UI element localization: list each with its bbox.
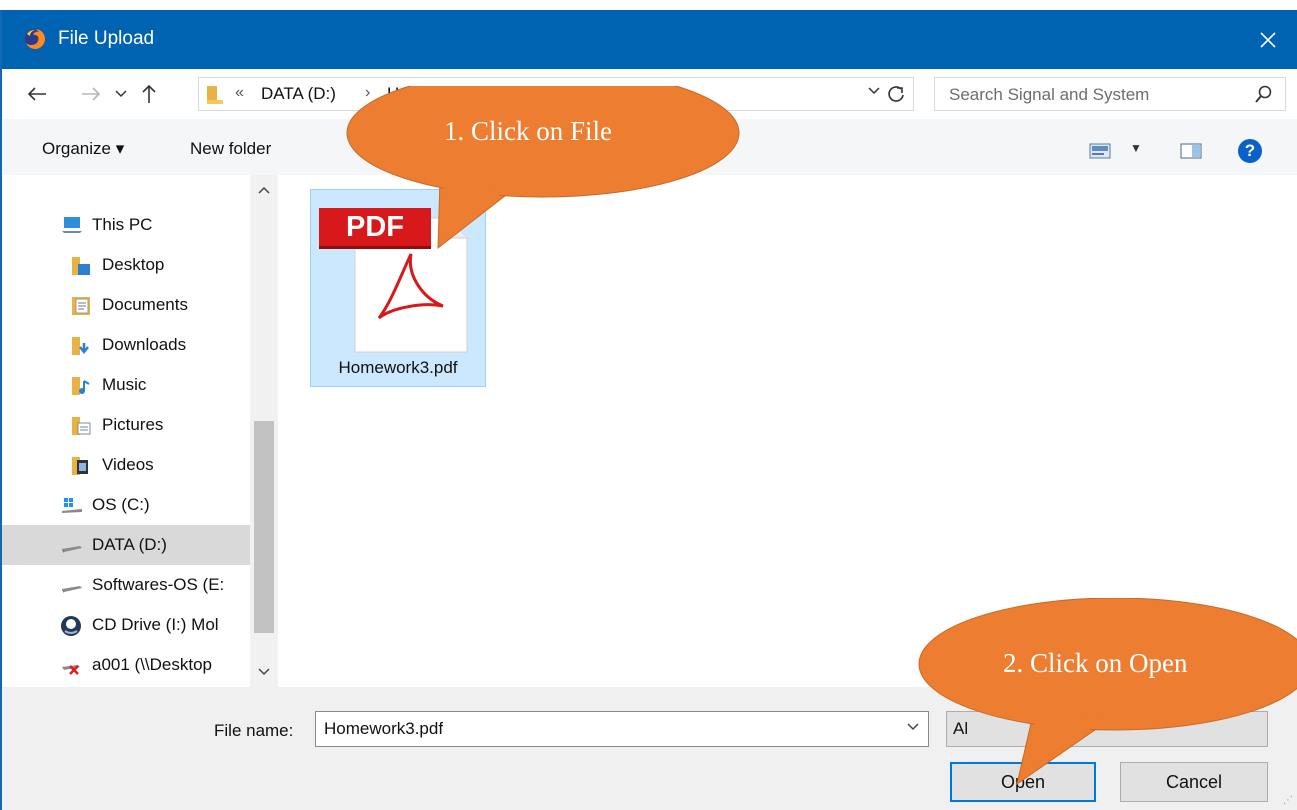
nav-item-label: OS (C:)	[92, 495, 150, 514]
search-input[interactable]	[947, 84, 1241, 106]
drive-icon	[60, 575, 84, 595]
nav-item-videos[interactable]: Videos	[2, 445, 250, 485]
view-options-dropdown[interactable]: ▼	[1130, 141, 1142, 155]
change-view-icon[interactable]	[1089, 143, 1111, 159]
back-arrow-icon	[27, 87, 46, 101]
nav-item-label: Pictures	[102, 415, 164, 434]
resize-grip-icon[interactable]: ⋰	[1283, 795, 1293, 806]
music-folder-icon	[70, 375, 94, 395]
file-name-input[interactable]	[322, 718, 886, 740]
nav-item-cd-drive-i[interactable]: CD Drive (I:) Mol	[2, 605, 250, 645]
nav-item-music[interactable]: Music	[2, 365, 250, 405]
scrollbar-thumb[interactable]	[254, 421, 274, 633]
address-segment-data-drive[interactable]: DATA (D:)	[261, 84, 336, 104]
nav-item-label: Softwares-OS (E:	[92, 575, 225, 594]
search-icon[interactable]	[1255, 85, 1273, 103]
address-overflow-chevron[interactable]: «	[235, 84, 244, 102]
this-pc-icon	[60, 215, 84, 235]
nav-item-label: Desktop	[102, 255, 165, 274]
nav-item-label: CD Drive (I:) Mol	[92, 615, 219, 634]
scroll-down-arrow[interactable]	[250, 657, 278, 687]
nav-item-desktop[interactable]: Desktop	[2, 245, 250, 285]
help-button[interactable]: ?	[1238, 139, 1262, 163]
pictures-folder-icon	[70, 415, 94, 435]
callout-click-on-open	[918, 598, 1297, 786]
forward-button[interactable]	[78, 79, 104, 109]
nav-item-label: Downloads	[102, 335, 187, 354]
search-box[interactable]	[934, 77, 1286, 111]
file-name-combobox[interactable]	[315, 711, 929, 747]
chevron-up-icon	[258, 186, 270, 194]
nav-item-os-c[interactable]: OS (C:)	[2, 485, 250, 525]
refresh-icon[interactable]	[885, 84, 907, 106]
nav-item-label: Documents	[102, 295, 188, 314]
nav-pane-scrollbar[interactable]	[250, 175, 278, 687]
videos-folder-icon	[70, 455, 94, 475]
folder-icon	[207, 86, 223, 104]
organize-button[interactable]: Organize ▾	[42, 139, 124, 159]
file-name-label: File name:	[214, 721, 294, 740]
close-icon	[1260, 31, 1276, 48]
nav-item-label: Music	[102, 375, 147, 394]
nav-item-label: DATA (D:)	[92, 535, 167, 554]
navigation-pane: This PC Desktop Documents Downloads Musi	[2, 175, 278, 687]
recent-locations-button[interactable]	[108, 79, 134, 109]
address-dropdown-chevron-icon[interactable]	[867, 86, 881, 96]
nav-item-downloads[interactable]: Downloads	[2, 325, 250, 365]
nav-item-pictures[interactable]: Pictures	[2, 405, 250, 445]
chevron-down-icon	[115, 90, 127, 98]
scroll-up-arrow[interactable]	[250, 175, 278, 205]
drive-icon	[60, 535, 84, 555]
file-name-label: Homework3.pdf	[338, 358, 458, 377]
windows-drive-icon	[60, 495, 84, 515]
forward-arrow-icon	[82, 87, 101, 101]
callout-text-click-on-file: 1. Click on File	[444, 116, 612, 146]
nav-item-label: a001 (\\Desktop	[92, 655, 213, 674]
callout-click-on-file	[346, 86, 740, 250]
nav-item-documents[interactable]: Documents	[2, 285, 250, 325]
back-button[interactable]	[24, 79, 50, 109]
desktop-folder-icon	[70, 255, 94, 275]
chevron-down-icon	[258, 668, 270, 676]
page-top-margin	[0, 0, 1297, 10]
up-arrow-icon	[142, 84, 156, 103]
downloads-folder-icon	[70, 335, 94, 355]
nav-item-this-pc[interactable]: This PC	[2, 205, 250, 245]
nav-item-label: Videos	[102, 455, 154, 474]
nav-item-data-d[interactable]: DATA (D:)	[2, 525, 250, 565]
disconnected-network-drive-icon	[60, 655, 84, 675]
close-button[interactable]	[1239, 10, 1297, 69]
cd-drive-icon	[60, 615, 84, 636]
preview-pane-icon[interactable]	[1180, 143, 1202, 159]
up-button[interactable]	[136, 79, 162, 109]
window-title: File Upload	[58, 28, 155, 49]
new-folder-button[interactable]: New folder	[190, 139, 271, 159]
callout-text-click-on-open: 2. Click on Open	[1003, 648, 1188, 678]
nav-item-softwares-os-e[interactable]: Softwares-OS (E:	[2, 565, 250, 605]
nav-item-a001-network[interactable]: a001 (\\Desktop	[2, 645, 250, 685]
firefox-icon	[25, 29, 45, 49]
documents-folder-icon	[70, 295, 94, 315]
title-bar: File Upload	[2, 10, 1297, 69]
nav-item-label: This PC	[92, 215, 153, 234]
